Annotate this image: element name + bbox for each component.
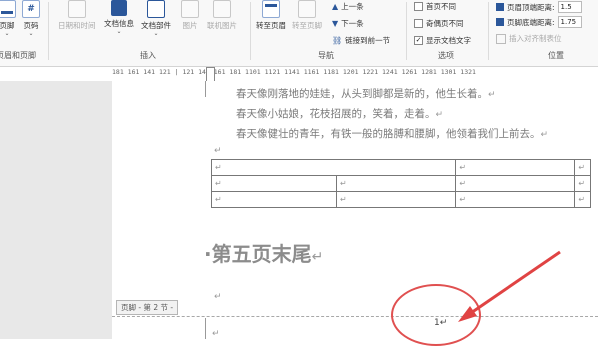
annotation-arrow-icon [458, 250, 561, 322]
